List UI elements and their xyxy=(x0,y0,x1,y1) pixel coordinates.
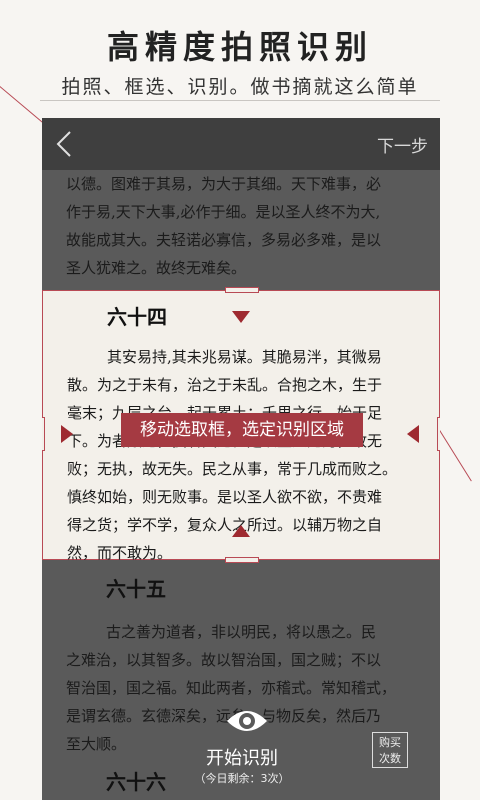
decorative-line-right xyxy=(439,430,472,482)
section-heading: 六十五 xyxy=(106,577,166,601)
text-line: 古之善为道者，非以明民，将以愚之。民 xyxy=(106,623,377,641)
buy-label-line: 购买 xyxy=(379,736,401,749)
start-recognition-label[interactable]: 开始识别 xyxy=(142,744,342,770)
resize-handle-left[interactable] xyxy=(42,417,45,451)
text-line: 以德。图难于其易，为大于其细。天下难事，必 xyxy=(66,175,382,193)
app-bar: 下一步 xyxy=(42,118,440,170)
arrow-left-icon xyxy=(407,425,419,443)
text-line: 败；无执，故无失。民之从事，常于几成而败之。 xyxy=(67,460,398,478)
text-line: 圣人犹难之。故终无难矣。 xyxy=(66,259,247,277)
remaining-count-label: （今日剩余：3次） xyxy=(194,772,290,785)
selection-hint-tooltip: 移动选取框，选定识别区域 xyxy=(121,413,363,447)
eye-icon xyxy=(227,711,267,731)
text-line: 慎终如始，则无败事。是以圣人欲不欲，不贵难 xyxy=(67,488,383,506)
section-heading: 六十四 xyxy=(107,305,167,329)
buy-quota-button[interactable]: 购买 次数 xyxy=(372,732,408,768)
arrow-right-icon xyxy=(61,425,73,443)
hero-title: 高精度拍照识别 xyxy=(106,28,373,66)
text-line: 然，而不敢为。 xyxy=(67,544,173,562)
arrow-down-icon xyxy=(232,311,250,323)
back-button[interactable] xyxy=(50,128,80,160)
text-line: 故能成其大。夫轻诺必寡信，多易必多难，是以 xyxy=(66,231,382,249)
start-recognition-button[interactable] xyxy=(225,703,269,739)
buy-label-line: 次数 xyxy=(379,752,401,765)
selection-frame[interactable]: 六十四 其安易持,其未兆易谋。其脆易泮，其微易 散。为之于未有，治之于未乱。合抱… xyxy=(42,287,440,563)
hero-subtitle: 拍照、框选、识别。做书摘就这么简单 xyxy=(61,76,419,98)
resize-handle-right[interactable] xyxy=(437,417,440,451)
next-step-button[interactable]: 下一步 xyxy=(377,132,428,157)
text-line: 散。为之于未有，治之于未乱。合抱之木，生于 xyxy=(67,376,383,394)
text-line: 作于易,天下大事,必作于细。是以圣人终不为大, xyxy=(66,203,381,221)
text-line: 智治国，国之福。知此两者，亦稽式。常知稽式， xyxy=(66,679,397,697)
chevron-left-icon xyxy=(56,131,71,157)
paragraph-top: 以德。图难于其易，为大于其细。天下难事，必 作于易,天下大事,必作于细。是以圣人… xyxy=(66,170,418,282)
text-line: 之难治，以其智多。故以智治国，国之贼；不以 xyxy=(66,651,382,669)
text-line: 其安易持,其未兆易谋。其脆易泮，其微易 xyxy=(107,348,382,366)
divider xyxy=(40,100,440,101)
resize-handle-top[interactable] xyxy=(225,287,259,293)
arrow-up-icon xyxy=(232,525,250,537)
phone-screen: 下一步 以德。图难于其易，为大于其细。天下难事，必 作于易,天下大事,必作于细。… xyxy=(42,118,440,800)
